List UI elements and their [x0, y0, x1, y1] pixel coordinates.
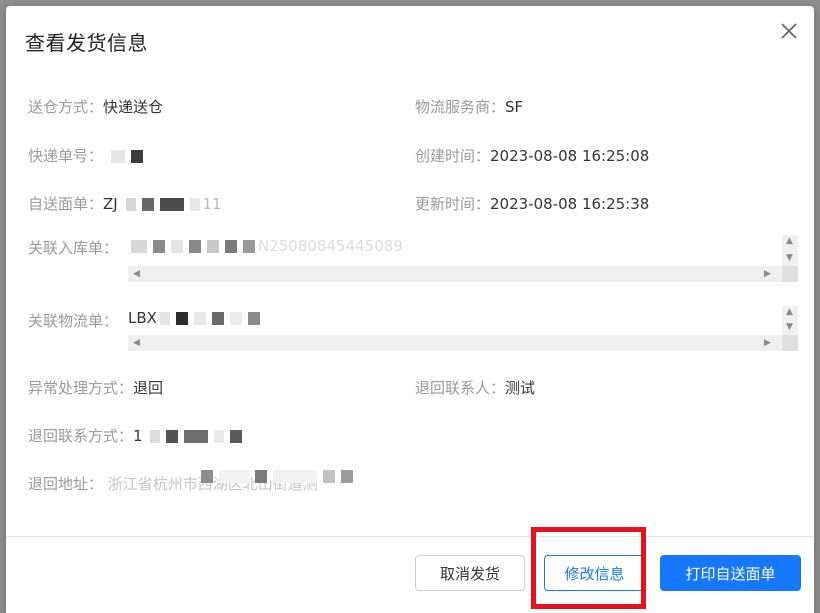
return-address-label: 退回地址： — [28, 475, 104, 493]
scrollbar-corner — [782, 335, 798, 351]
scrollbar-corner — [782, 266, 798, 282]
redacted-block — [166, 430, 179, 443]
redacted-block — [207, 240, 219, 253]
exception-method-label: 异常处理方式： — [28, 379, 134, 397]
horizontal-scrollbar[interactable]: ◀ ▶ — [128, 335, 782, 351]
redacted-block — [214, 430, 225, 443]
redacted-block — [255, 470, 267, 483]
linked-inbound-scrollbox[interactable]: N25080845445089 ▲ ▼ ◀ ▶ — [128, 235, 798, 282]
return-phone-field: 退回联系方式：1 — [28, 425, 245, 446]
delivery-method-label: 送仓方式： — [28, 98, 104, 116]
redacted-block — [130, 150, 143, 163]
return-contact-label: 退回联系人： — [415, 379, 506, 397]
exception-method-value: 退回 — [133, 379, 164, 397]
linked-logistics-value-prefix: LBX — [128, 309, 157, 327]
redacted-block — [219, 470, 249, 483]
created-time-field: 创建时间：2023-08-08 16:25:08 — [415, 145, 649, 166]
return-contact-field: 退回联系人：测试 — [415, 377, 535, 398]
logistics-provider-value: SF — [505, 98, 524, 116]
updated-time-label: 更新时间： — [415, 195, 491, 213]
redacted-block — [189, 198, 200, 211]
self-waybill-value-prefix: ZJ — [103, 195, 118, 213]
horizontal-scrollbar[interactable]: ◀ ▶ — [128, 266, 782, 282]
tracking-no-field: 快递单号： — [28, 145, 146, 166]
scroll-down-icon[interactable]: ▼ — [786, 323, 793, 332]
redacted-block — [341, 470, 353, 483]
logistics-provider-label: 物流服务商： — [415, 98, 506, 116]
redacted-block — [323, 470, 335, 483]
redacted-block — [211, 312, 224, 325]
close-button[interactable] — [778, 20, 800, 42]
return-phone-value-prefix: 1 — [133, 427, 143, 445]
redacted-block — [184, 430, 209, 443]
redacted-block — [225, 240, 237, 253]
self-waybill-value-suffix: 11 — [202, 195, 222, 213]
return-phone-label: 退回联系方式： — [28, 427, 134, 445]
shipping-info-dialog: 查看发货信息 送仓方式：快递送仓 物流服务商：SF 快递单号： 创建时间：202… — [6, 6, 814, 613]
redacted-block — [153, 240, 165, 253]
redacted-block — [150, 430, 161, 443]
linked-inbound-label: 关联入库单： — [28, 239, 119, 257]
return-contact-value: 测试 — [505, 379, 536, 397]
delivery-method-value: 快递送仓 — [103, 98, 164, 116]
linked-inbound-field: 关联入库单： — [28, 237, 118, 258]
self-waybill-label: 自送面单： — [28, 195, 104, 213]
redacted-block — [193, 312, 206, 325]
dialog-title: 查看发货信息 — [25, 31, 148, 55]
scroll-down-icon[interactable]: ▼ — [786, 254, 793, 263]
redacted-block — [171, 240, 183, 253]
linked-logistics-scrollbox[interactable]: LBX ▲ ▼ ◀ ▶ — [128, 306, 798, 351]
print-waybill-button[interactable]: 打印自送面单 — [660, 555, 801, 591]
edit-info-button[interactable]: 修改信息 — [544, 555, 645, 591]
return-address-redaction — [198, 466, 356, 485]
redacted-block — [189, 240, 201, 253]
scroll-up-icon[interactable]: ▲ — [786, 308, 793, 317]
created-time-value: 2023-08-08 16:25:08 — [490, 147, 650, 165]
logistics-provider-field: 物流服务商：SF — [415, 96, 523, 117]
redacted-block — [110, 150, 125, 163]
scroll-right-icon[interactable]: ▶ — [764, 339, 771, 348]
self-waybill-field: 自送面单：ZJ 11 — [28, 193, 222, 214]
redacted-block — [230, 430, 243, 443]
vertical-scrollbar[interactable]: ▲ ▼ — [782, 235, 798, 266]
linked-logistics-field: 关联物流单： — [28, 310, 118, 331]
scroll-right-icon[interactable]: ▶ — [764, 270, 771, 279]
footer-divider — [6, 536, 814, 537]
redacted-block — [229, 312, 242, 325]
redacted-block — [141, 198, 154, 211]
vertical-scrollbar[interactable]: ▲ ▼ — [782, 306, 798, 335]
redacted-block — [131, 240, 147, 253]
scroll-up-icon[interactable]: ▲ — [786, 237, 793, 246]
delivery-method-field: 送仓方式：快递送仓 — [28, 96, 163, 117]
redacted-block — [159, 198, 184, 211]
tracking-no-label: 快递单号： — [28, 147, 104, 165]
updated-time-field: 更新时间：2023-08-08 16:25:38 — [415, 193, 649, 214]
redacted-block — [247, 312, 260, 325]
redacted-block — [273, 470, 317, 483]
scroll-left-icon[interactable]: ◀ — [133, 339, 140, 348]
redacted-block — [125, 198, 136, 211]
close-icon — [781, 23, 797, 39]
redacted-block — [243, 240, 255, 253]
scroll-left-icon[interactable]: ◀ — [133, 270, 140, 279]
redacted-block — [159, 312, 170, 325]
linked-logistics-label: 关联物流单： — [28, 312, 119, 330]
created-time-label: 创建时间： — [415, 147, 491, 165]
exception-method-field: 异常处理方式：退回 — [28, 377, 163, 398]
redacted-block — [175, 312, 188, 325]
redacted-block — [201, 470, 213, 483]
linked-inbound-value: N25080845445089 — [258, 237, 403, 255]
updated-time-value: 2023-08-08 16:25:38 — [490, 195, 650, 213]
cancel-shipment-button[interactable]: 取消发货 — [415, 555, 525, 591]
